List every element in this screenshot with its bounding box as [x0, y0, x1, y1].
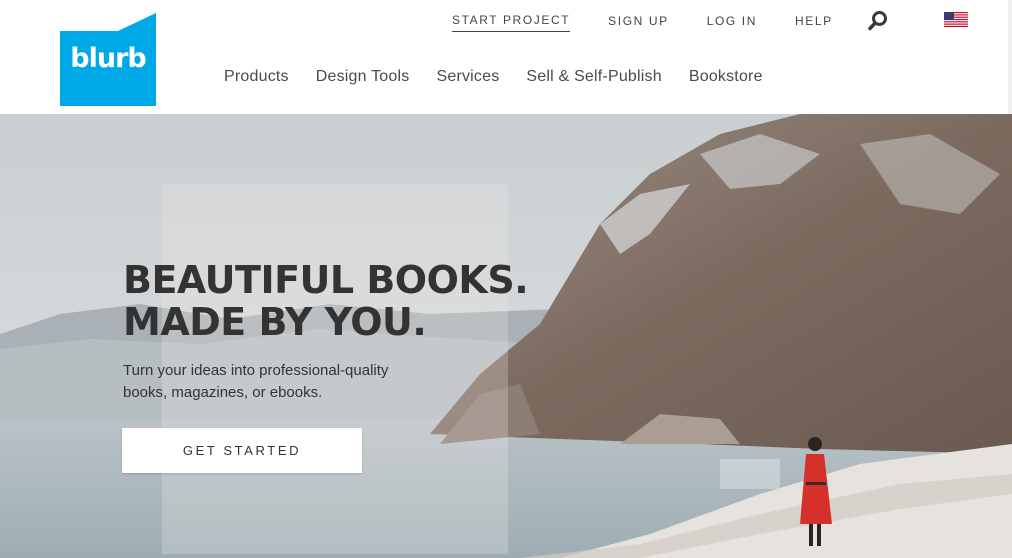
- get-started-button[interactable]: GET STARTED: [122, 428, 362, 473]
- search-icon[interactable]: [866, 9, 890, 33]
- sign-up-link[interactable]: SIGN UP: [608, 12, 669, 32]
- log-in-link[interactable]: LOG IN: [707, 12, 757, 32]
- nav-products[interactable]: Products: [224, 68, 289, 86]
- hero-subtext: Turn your ideas into professional-qualit…: [123, 362, 389, 401]
- nav-services[interactable]: Services: [436, 68, 499, 86]
- scrollbar[interactable]: [1008, 0, 1012, 114]
- nav-design-tools[interactable]: Design Tools: [316, 68, 410, 86]
- hero-headline: BEAUTIFUL BOOKS. MADE BY YOU.: [123, 258, 529, 344]
- logo-text: blurb: [70, 43, 146, 74]
- start-project-link[interactable]: START PROJECT: [452, 11, 571, 32]
- headline-line-2: MADE BY YOU.: [123, 300, 427, 344]
- utility-nav: START PROJECT SIGN UP LOG IN HELP: [452, 11, 871, 32]
- us-flag-icon[interactable]: [944, 12, 968, 27]
- help-link[interactable]: HELP: [795, 12, 833, 32]
- blurb-logo[interactable]: blurb: [60, 13, 156, 106]
- main-nav: Products Design Tools Services Sell & Se…: [224, 68, 790, 86]
- headline-line-1: BEAUTIFUL BOOKS.: [123, 258, 529, 302]
- nav-bookstore[interactable]: Bookstore: [689, 68, 763, 86]
- hero-banner: BEAUTIFUL BOOKS. MADE BY YOU. Turn your …: [0, 114, 1012, 558]
- site-header: blurb START PROJECT SIGN UP LOG IN HELP …: [0, 0, 1012, 114]
- nav-sell-self-publish[interactable]: Sell & Self-Publish: [526, 68, 661, 86]
